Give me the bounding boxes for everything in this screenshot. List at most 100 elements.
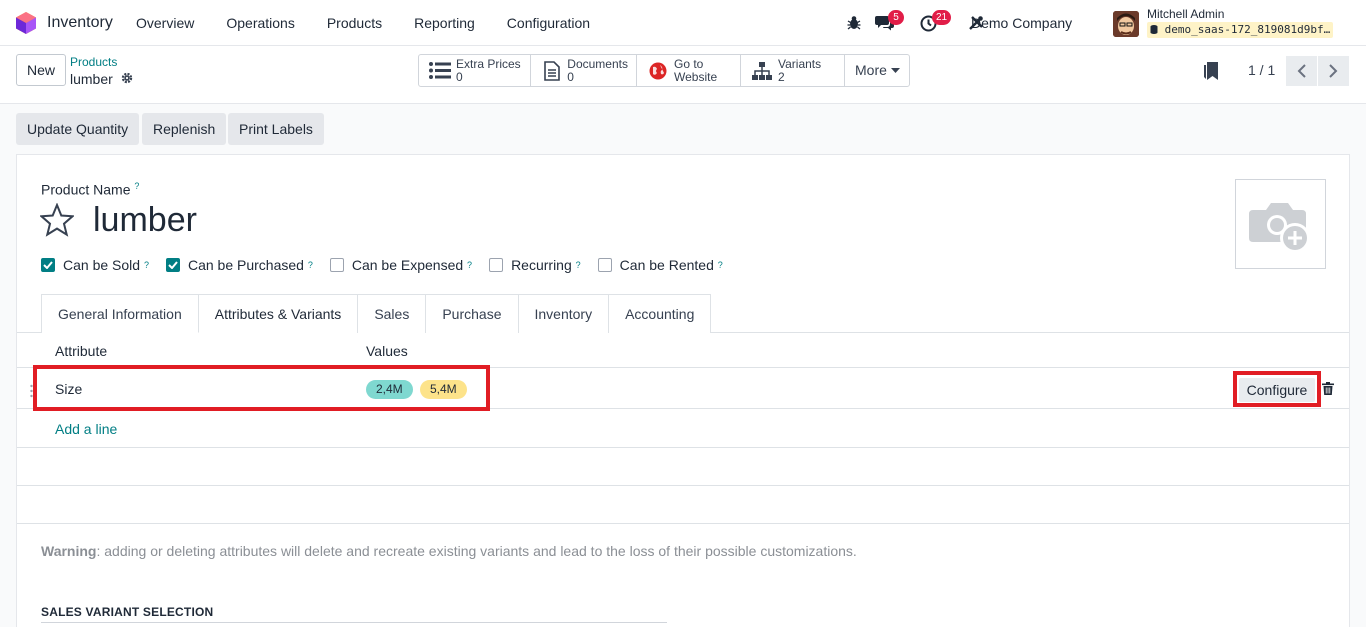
tab-sales[interactable]: Sales xyxy=(357,294,427,333)
gear-icon[interactable] xyxy=(121,72,133,84)
can-be-rented-checkbox[interactable]: Can be Rented ? xyxy=(597,257,723,273)
can-be-rented-check[interactable] xyxy=(597,258,612,272)
can-be-purchased-label: Can be Purchased xyxy=(187,257,304,273)
form-tabs: General Information Attributes & Variant… xyxy=(41,294,712,333)
recurring-label: Recurring xyxy=(511,257,572,273)
chevron-left-icon xyxy=(1297,64,1306,78)
database-icon xyxy=(1150,25,1158,34)
column-header-attribute[interactable]: Attribute xyxy=(55,343,107,359)
product-name-input[interactable]: lumber xyxy=(93,201,197,240)
add-a-line-link[interactable]: Add a line xyxy=(55,421,117,437)
tab-purchase[interactable]: Purchase xyxy=(425,294,519,333)
row-divider xyxy=(17,523,1349,524)
user-avatar[interactable] xyxy=(1113,11,1139,37)
can-be-sold-check[interactable] xyxy=(41,258,55,272)
can-be-expensed-checkbox[interactable]: Can be Expensed ? xyxy=(329,257,472,273)
menu-overview[interactable]: Overview xyxy=(136,15,194,31)
go-to-website-button[interactable]: Go to Website xyxy=(637,55,741,86)
extra-prices-button[interactable]: Extra Prices 0 xyxy=(419,55,531,86)
variant-warning: Warning: adding or deleting attributes w… xyxy=(41,543,857,559)
help-tooltip[interactable]: ? xyxy=(144,260,149,270)
documents-button[interactable]: Documents 0 xyxy=(531,55,637,86)
database-name: demo_saas-172_819081d9bf… xyxy=(1147,22,1334,38)
new-button[interactable]: New xyxy=(16,54,66,86)
breadcrumb-products[interactable]: Products xyxy=(70,55,117,69)
product-form-sheet: Product Name ? lumber Can be Sold ? Can … xyxy=(16,154,1350,627)
product-options: Can be Sold ? Can be Purchased ? Can be … xyxy=(41,257,740,273)
tab-general-information[interactable]: General Information xyxy=(41,294,199,333)
replenish-button[interactable]: Replenish xyxy=(142,113,227,145)
help-tooltip[interactable]: ? xyxy=(576,260,581,270)
recurring-checkbox[interactable]: Recurring ? xyxy=(489,257,581,273)
camera-add-icon xyxy=(1249,203,1310,253)
control-panel: New Products lumber Extra Prices 0 Docume… xyxy=(0,46,1366,104)
chevron-right-icon xyxy=(1329,64,1338,78)
more-button[interactable]: More xyxy=(845,55,909,86)
menu-products[interactable]: Products xyxy=(327,15,382,31)
update-quantity-button[interactable]: Update Quantity xyxy=(16,113,140,145)
can-be-purchased-checkbox[interactable]: Can be Purchased ? xyxy=(165,257,313,273)
favorite-star-icon[interactable] xyxy=(40,203,74,237)
menu-operations[interactable]: Operations xyxy=(226,15,294,31)
help-tooltip[interactable]: ? xyxy=(467,260,472,270)
document-icon xyxy=(543,60,560,81)
can-be-expensed-check[interactable] xyxy=(329,258,344,272)
inventory-app-icon[interactable] xyxy=(16,12,36,34)
can-be-sold-label: Can be Sold xyxy=(63,257,141,273)
recurring-check[interactable] xyxy=(489,258,504,272)
caret-down-icon xyxy=(890,67,900,73)
pager-previous-button[interactable] xyxy=(1286,56,1317,86)
help-tooltip[interactable]: ? xyxy=(308,260,313,270)
pager-next-button[interactable] xyxy=(1318,56,1349,86)
can-be-sold-checkbox[interactable]: Can be Sold ? xyxy=(41,257,149,273)
tab-accounting[interactable]: Accounting xyxy=(608,294,712,333)
warning-text: : adding or deleting attributes will del… xyxy=(96,543,857,559)
database-name-text: demo_saas-172_819081d9bf… xyxy=(1164,23,1331,36)
highlight-configure-button xyxy=(1233,371,1321,407)
bug-icon[interactable] xyxy=(847,15,861,30)
extra-prices-label: Extra Prices xyxy=(456,56,521,71)
variants-count: 2 xyxy=(778,69,785,84)
menu-configuration[interactable]: Configuration xyxy=(507,15,590,31)
row-divider xyxy=(17,485,1349,486)
row-divider xyxy=(17,447,1349,448)
user-name[interactable]: Mitchell Admin xyxy=(1147,7,1224,21)
section-title-sales-variant-selection: SALES VARIANT SELECTION xyxy=(41,605,214,619)
sitemap-icon xyxy=(752,61,772,80)
list-icon xyxy=(429,62,451,79)
variants-label: Variants xyxy=(778,56,822,71)
more-label: More xyxy=(855,62,887,78)
trash-icon[interactable] xyxy=(1322,382,1334,395)
column-header-values[interactable]: Values xyxy=(366,343,408,359)
highlight-attribute-row xyxy=(33,365,490,411)
can-be-purchased-check[interactable] xyxy=(165,258,180,272)
variants-button[interactable]: Variants 2 xyxy=(741,55,845,86)
company-switcher[interactable]: Demo Company xyxy=(971,15,1072,31)
smart-buttons: Extra Prices 0 Documents 0 Go to Website Va… xyxy=(418,54,910,87)
documents-value: 0 xyxy=(567,69,574,84)
tab-inventory[interactable]: Inventory xyxy=(517,294,610,333)
documents-label: Documents xyxy=(567,56,628,71)
can-be-rented-label: Can be Rented xyxy=(619,257,714,273)
product-image-upload[interactable] xyxy=(1235,179,1326,269)
product-name-label: Product Name ? xyxy=(41,181,139,198)
extra-prices-value: 0 xyxy=(456,69,463,84)
website-label: Website xyxy=(674,69,718,84)
help-tooltip[interactable]: ? xyxy=(718,260,723,270)
section-divider xyxy=(41,622,667,623)
bookmark-icon[interactable] xyxy=(1204,62,1218,80)
print-labels-button[interactable]: Print Labels xyxy=(228,113,324,145)
app-name[interactable]: Inventory xyxy=(47,14,113,32)
messages-badge: 5 xyxy=(888,10,904,25)
tab-attributes-variants[interactable]: Attributes & Variants xyxy=(197,294,359,333)
menu-reporting[interactable]: Reporting xyxy=(414,15,475,31)
pager-value[interactable]: 1 / 1 xyxy=(1248,62,1275,78)
globe-icon xyxy=(649,62,667,79)
check-icon xyxy=(168,261,178,269)
check-icon xyxy=(43,261,53,269)
go-to-label: Go to xyxy=(674,56,704,71)
help-tooltip[interactable]: ? xyxy=(134,181,139,191)
activities-badge: 21 xyxy=(932,10,952,25)
product-name-label-text: Product Name xyxy=(41,181,131,198)
main-menu: Overview Operations Products Reporting C… xyxy=(136,15,622,31)
